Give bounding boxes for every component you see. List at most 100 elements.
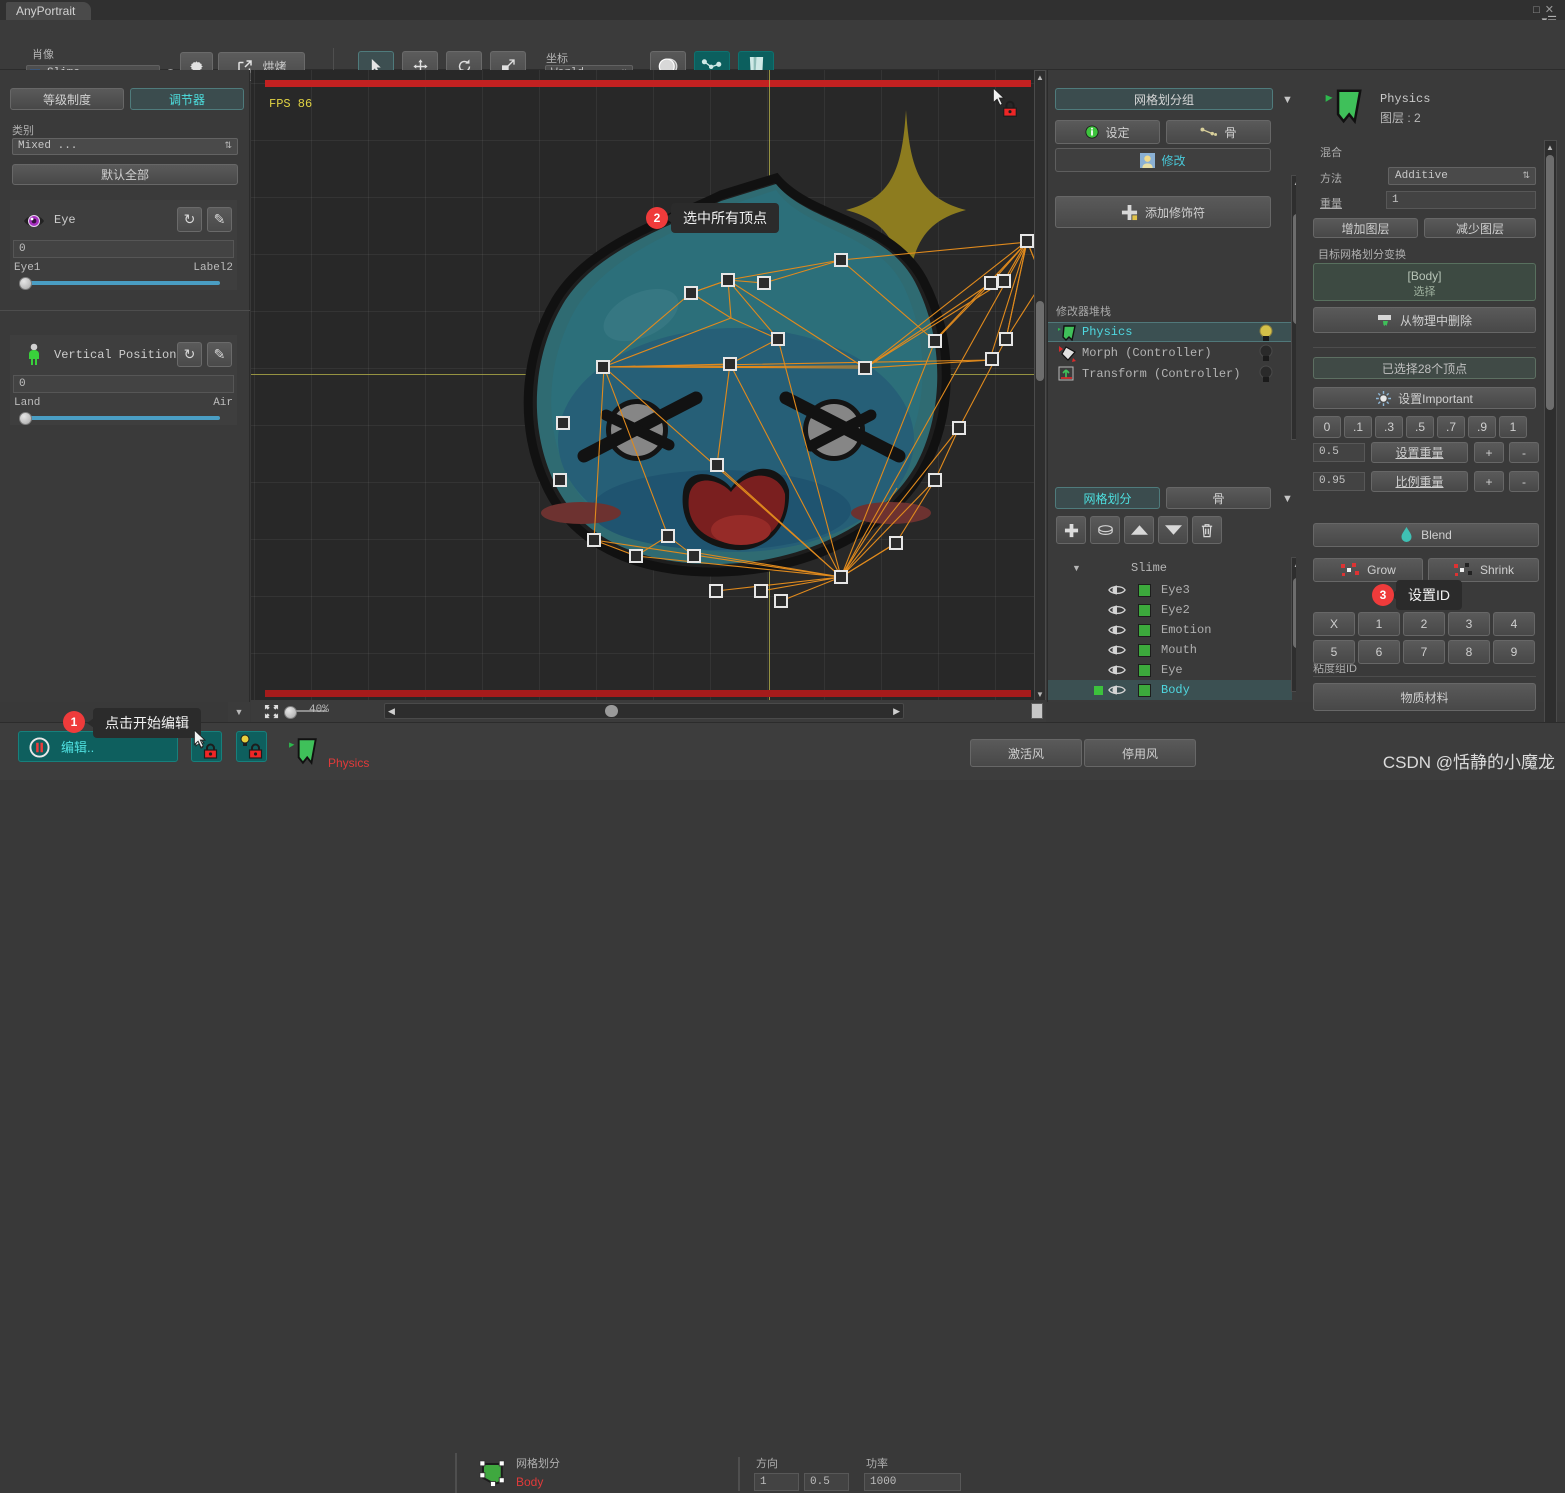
bulb-on-icon[interactable]: [1258, 324, 1274, 342]
visibility-eye-icon[interactable]: [1108, 644, 1126, 656]
weight-value-field[interactable]: 0.5: [1313, 443, 1365, 462]
mesh-editor-viewport[interactable]: FPS 86 2 选中所有顶点: [251, 70, 1046, 702]
visibility-eye-icon[interactable]: [1108, 584, 1126, 596]
id-button-1[interactable]: 1: [1358, 612, 1400, 636]
duplicate-mesh-button[interactable]: [1090, 516, 1120, 544]
visibility-eye-icon[interactable]: [1108, 684, 1126, 696]
blend-button[interactable]: Blend: [1313, 523, 1539, 547]
shrink-button[interactable]: Shrink: [1428, 558, 1539, 582]
modify-tab-button[interactable]: 修改: [1055, 148, 1271, 172]
add-layer-button[interactable]: 增加图层: [1313, 218, 1418, 238]
scroll-corner-box[interactable]: [1031, 703, 1043, 719]
move-down-button[interactable]: [1158, 516, 1188, 544]
right-panel-scrollbar[interactable]: ▲ ▼: [1544, 140, 1557, 772]
move-up-button[interactable]: [1124, 516, 1154, 544]
ratio-value-field[interactable]: 0.95: [1313, 472, 1365, 491]
horizontal-scrollbar[interactable]: ◀ ▶: [384, 703, 904, 719]
window-tab-anyportrait[interactable]: AnyPortrait: [6, 2, 92, 20]
tab-bone[interactable]: 骨: [1166, 487, 1271, 509]
weight-field[interactable]: 1: [1386, 191, 1536, 209]
param-value-vertical-position[interactable]: 0: [13, 375, 234, 393]
grow-button[interactable]: Grow: [1313, 558, 1423, 582]
visibility-eye-icon[interactable]: [1108, 624, 1126, 636]
default-all-button[interactable]: 默认全部: [12, 164, 238, 185]
material-button[interactable]: 物质材料: [1313, 683, 1536, 711]
ratio-plus-button[interactable]: +: [1474, 471, 1504, 492]
mesh-group-header[interactable]: 网格划分组: [1055, 88, 1273, 110]
viewport-vertical-scrollbar[interactable]: ▲ ▼: [1034, 70, 1046, 702]
scroll-up-arrow-icon[interactable]: ▲: [1546, 143, 1554, 152]
scrollbar-thumb[interactable]: [1036, 301, 1044, 381]
visibility-eye-icon[interactable]: [1108, 604, 1126, 616]
pencil-icon[interactable]: ✎: [207, 207, 232, 232]
list-item[interactable]: Emotion: [1048, 620, 1292, 640]
target-mesh-box[interactable]: [Body] 选择: [1313, 263, 1536, 301]
deactivate-wind-button[interactable]: 停用风: [1084, 739, 1196, 767]
activate-wind-button[interactable]: 激活风: [970, 739, 1082, 767]
param-slider-knob-vertical[interactable]: [19, 412, 32, 425]
bulb-lock-button[interactable]: [236, 731, 267, 762]
direction-x-field[interactable]: 1: [754, 1473, 799, 1491]
id-button-x[interactable]: X: [1313, 612, 1355, 636]
modifier-stack-row-morph[interactable]: Morph (Controller): [1048, 343, 1292, 363]
set-important-button[interactable]: 设置Important: [1313, 387, 1536, 409]
dock-caret-icon[interactable]: ▼: [228, 702, 250, 722]
weight-preset-01[interactable]: .1: [1344, 416, 1372, 438]
reset-icon[interactable]: ↻: [177, 342, 202, 367]
weight-preset-03[interactable]: .3: [1375, 416, 1403, 438]
modifier-stack-row-physics[interactable]: Physics: [1048, 322, 1292, 342]
fit-to-view-icon[interactable]: [264, 704, 279, 719]
list-item-selected[interactable]: Body: [1048, 680, 1292, 700]
remove-from-physics-button[interactable]: 从物理中删除: [1313, 307, 1536, 333]
ratio-weight-button[interactable]: 比例重量: [1371, 471, 1468, 492]
id-button-7[interactable]: 7: [1403, 640, 1445, 664]
bone-tab-button[interactable]: 骨: [1166, 120, 1271, 144]
bulb-off-icon[interactable]: [1258, 344, 1274, 362]
tree-root-slime[interactable]: Slime: [1131, 561, 1167, 575]
id-button-3[interactable]: 3: [1448, 612, 1490, 636]
scroll-left-arrow-icon[interactable]: ◀: [388, 706, 395, 717]
scroll-down-arrow-icon[interactable]: ▼: [1036, 690, 1044, 699]
tab-mesh[interactable]: 网格划分: [1055, 487, 1160, 509]
id-button-8[interactable]: 8: [1448, 640, 1490, 664]
weight-minus-button[interactable]: -: [1509, 442, 1539, 463]
id-button-4[interactable]: 4: [1493, 612, 1535, 636]
chevron-down-icon[interactable]: ▼: [1282, 94, 1293, 106]
list-item[interactable]: Mouth: [1048, 640, 1292, 660]
list-item[interactable]: Eye: [1048, 660, 1292, 680]
weight-plus-button[interactable]: +: [1474, 442, 1504, 463]
horizontal-scroll-thumb[interactable]: [605, 705, 618, 717]
visibility-eye-icon[interactable]: [1108, 664, 1126, 676]
delete-mesh-button[interactable]: [1192, 516, 1222, 544]
tab-hierarchy[interactable]: 等级制度: [10, 88, 124, 110]
weight-preset-1[interactable]: 1: [1499, 416, 1527, 438]
list-item[interactable]: Eye2: [1048, 600, 1292, 620]
param-value-eye[interactable]: 0: [13, 240, 234, 258]
ratio-minus-button[interactable]: -: [1509, 471, 1539, 492]
scroll-up-arrow-icon[interactable]: ▲: [1036, 73, 1044, 82]
sub-layer-button[interactable]: 减少图层: [1424, 218, 1536, 238]
param-slider-knob-eye[interactable]: [19, 277, 32, 290]
power-field[interactable]: 1000: [864, 1473, 961, 1491]
id-button-6[interactable]: 6: [1358, 640, 1400, 664]
scroll-right-arrow-icon[interactable]: ▶: [893, 706, 900, 717]
direction-y-field[interactable]: 0.5: [804, 1473, 849, 1491]
list-item[interactable]: Eye3: [1048, 580, 1292, 600]
bulb-off-icon[interactable]: [1258, 365, 1274, 383]
id-button-2[interactable]: 2: [1403, 612, 1445, 636]
weight-preset-0[interactable]: 0: [1313, 416, 1341, 438]
scrollbar-thumb[interactable]: [1546, 155, 1554, 410]
id-button-9[interactable]: 9: [1493, 640, 1535, 664]
slime-character-mesh[interactable]: [251, 70, 1046, 702]
modifier-stack-row-transform[interactable]: Transform (Controller): [1048, 364, 1292, 384]
pencil-icon[interactable]: ✎: [207, 342, 232, 367]
param-slider-track-vertical[interactable]: [24, 416, 220, 420]
tab-controller[interactable]: 调节器: [130, 88, 244, 110]
weight-preset-07[interactable]: .7: [1437, 416, 1465, 438]
param-slider-track-eye[interactable]: [24, 281, 220, 285]
settings-tab-button[interactable]: 设定: [1055, 120, 1160, 144]
chevron-down-icon[interactable]: ▼: [1282, 493, 1293, 505]
weight-preset-09[interactable]: .9: [1468, 416, 1496, 438]
set-weight-button[interactable]: 设置重量: [1371, 442, 1468, 463]
reset-icon[interactable]: ↻: [177, 207, 202, 232]
